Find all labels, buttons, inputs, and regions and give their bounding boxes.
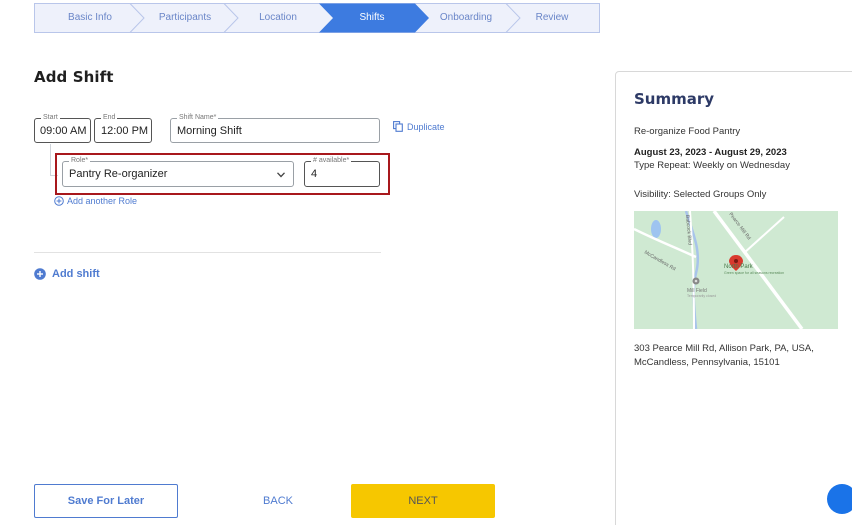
summary-event-name: Re-organize Food Pantry bbox=[634, 126, 741, 137]
map-park-note: Green space for all seasons recreation bbox=[724, 271, 784, 275]
available-count-field[interactable]: # available* 4 bbox=[304, 156, 380, 187]
add-shift-label: Add shift bbox=[52, 268, 100, 280]
summary-panel: Summary Re-organize Food Pantry August 2… bbox=[615, 71, 852, 525]
step-location[interactable]: Location bbox=[228, 3, 328, 33]
copy-icon bbox=[393, 121, 403, 132]
summary-date-range: August 23, 2023 - August 29, 2023 bbox=[634, 147, 787, 158]
next-button[interactable]: NEXT bbox=[351, 484, 495, 518]
end-time-field[interactable]: End 12:00 PM bbox=[94, 113, 152, 143]
page-title: Add Shift bbox=[34, 68, 114, 86]
step-review[interactable]: Review bbox=[510, 3, 594, 33]
step-participants[interactable]: Participants bbox=[134, 3, 236, 33]
save-for-later-button[interactable]: Save For Later bbox=[34, 484, 178, 518]
role-value: Pantry Re-organizer bbox=[69, 168, 168, 180]
shift-name-value: Morning Shift bbox=[177, 124, 242, 137]
progress-stepper: Basic Info Participants Location Shifts … bbox=[34, 3, 600, 33]
step-shifts[interactable]: Shifts bbox=[322, 3, 422, 33]
map-field-note: Temporarily closed bbox=[687, 294, 716, 298]
map-field-marker-icon bbox=[692, 277, 700, 285]
duplicate-button[interactable]: Duplicate bbox=[393, 121, 445, 132]
summary-title: Summary bbox=[634, 90, 715, 108]
summary-visibility: Visibility: Selected Groups Only bbox=[634, 189, 767, 200]
chevron-down-icon[interactable] bbox=[277, 172, 285, 178]
end-time-value: 12:00 PM bbox=[101, 124, 149, 137]
summary-address-line1: 303 Pearce Mill Rd, Allison Park, PA, US… bbox=[634, 343, 814, 354]
plus-circle-filled-icon bbox=[34, 268, 46, 280]
available-count-value: 4 bbox=[311, 168, 318, 180]
role-select[interactable]: Role* Pantry Re-organizer bbox=[62, 156, 294, 187]
map-graphic: McCandless Rd Pearce Mill Rd Babcock Blv… bbox=[634, 211, 838, 329]
start-time-field[interactable]: Start 09:00 AM bbox=[34, 113, 91, 143]
add-another-role-button[interactable]: Add another Role bbox=[54, 196, 137, 206]
start-time-value: 09:00 AM bbox=[40, 124, 87, 137]
chat-launcher-icon[interactable] bbox=[827, 484, 852, 514]
step-basic-info[interactable]: Basic Info bbox=[34, 3, 146, 33]
duplicate-label: Duplicate bbox=[407, 121, 445, 132]
summary-repeat: Type Repeat: Weekly on Wednesday bbox=[634, 160, 790, 171]
location-map[interactable]: McCandless Rd Pearce Mill Rd Babcock Blv… bbox=[634, 211, 838, 329]
summary-address-line2: McCandless, Pennsylvania, 15101 bbox=[634, 357, 780, 368]
section-divider bbox=[34, 252, 381, 253]
map-park-label: North Park bbox=[724, 264, 754, 270]
step-onboarding[interactable]: Onboarding bbox=[416, 3, 516, 33]
add-shift-button[interactable]: Add shift bbox=[34, 268, 100, 280]
back-button[interactable]: BACK bbox=[248, 484, 308, 518]
plus-circle-icon bbox=[54, 196, 64, 206]
shift-name-field[interactable]: Shift Name* Morning Shift bbox=[170, 113, 380, 143]
add-another-role-label: Add another Role bbox=[67, 196, 138, 206]
